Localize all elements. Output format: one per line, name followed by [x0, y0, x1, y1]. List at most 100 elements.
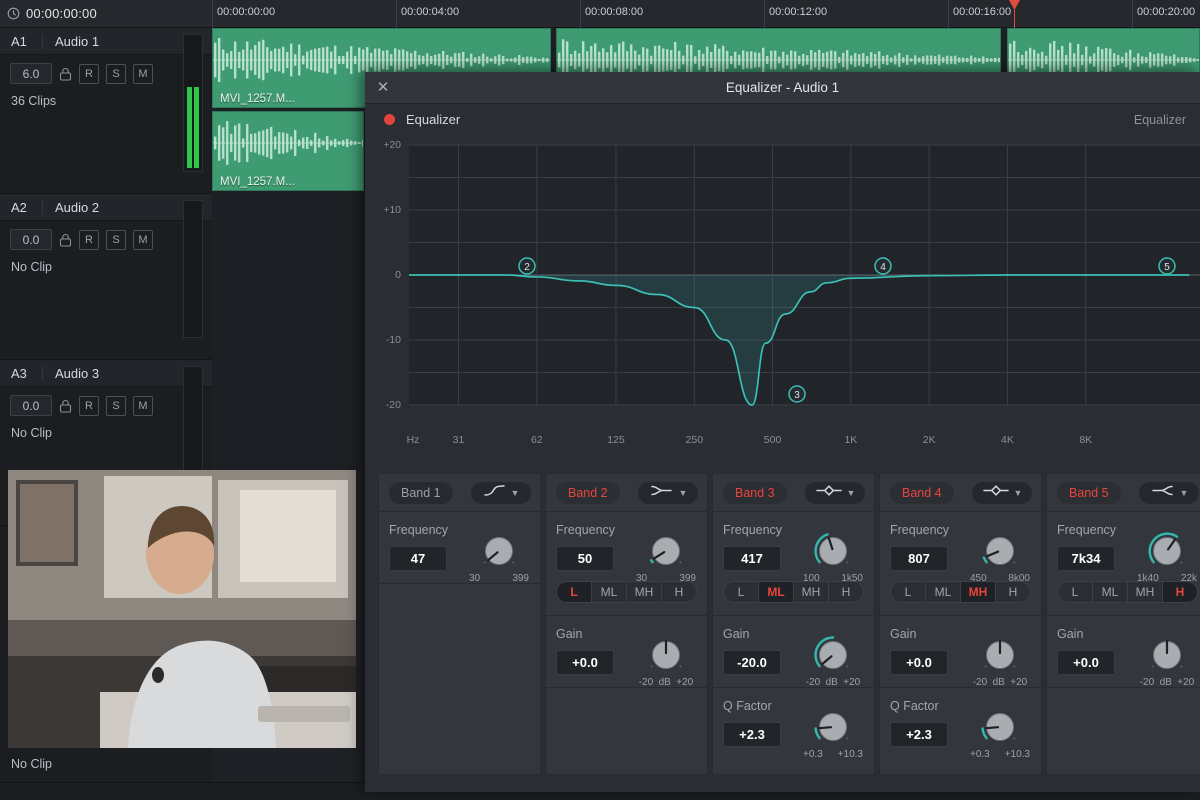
band-filter-type-selector[interactable]: ▼	[805, 481, 865, 504]
band-enable-chip[interactable]: Band 1	[389, 481, 453, 504]
q-factor-value-field[interactable]: +2.3	[723, 722, 781, 747]
frequency-value-field[interactable]: 47	[389, 546, 447, 571]
timeline-ruler[interactable]: 00:00:00:00 00:00:04:00 00:00:08:00 00:00:1…	[212, 0, 1200, 470]
equalizer-preset-label[interactable]: Equalizer	[1134, 113, 1186, 127]
track-name[interactable]: Audio 2	[42, 199, 184, 215]
band-gain-section: Gain -20.0 -20 dB +20	[713, 616, 874, 688]
track-solo-button[interactable]: S	[106, 395, 126, 416]
gain-knob[interactable]	[814, 636, 852, 674]
frequency-knob[interactable]	[981, 532, 1019, 570]
band-header: Band 4 ▼	[880, 474, 1041, 512]
band-range-option-h[interactable]: H	[829, 582, 863, 602]
gain-knob[interactable]	[981, 636, 1019, 674]
frequency-value-field[interactable]: 417	[723, 546, 781, 571]
gain-knob[interactable]	[647, 636, 685, 674]
band-enable-chip[interactable]: Band 3	[723, 481, 787, 504]
ruler-tick: 00:00:12:00	[764, 0, 827, 28]
band-range-option-mh[interactable]: MH	[627, 582, 662, 602]
band-filter-type-selector[interactable]: ▼	[972, 481, 1032, 504]
timeline-clip[interactable]: MVI_1257.M...	[212, 111, 364, 191]
band-range-option-l[interactable]: L	[891, 582, 926, 602]
track-header-a2[interactable]: A2Audio 22.00.0RSMNo Clip	[0, 194, 212, 360]
band-range-option-mh[interactable]: MH	[1128, 582, 1163, 602]
q-factor-value-field[interactable]: +2.3	[890, 722, 948, 747]
band-range-selector[interactable]: L ML MH H	[1057, 581, 1198, 603]
band-range-option-l[interactable]: L	[557, 582, 592, 602]
gain-knob[interactable]	[1148, 636, 1186, 674]
band-enable-chip[interactable]: Band 5	[1057, 481, 1121, 504]
track-volume-field[interactable]: 6.0	[10, 63, 52, 84]
gain-value-field[interactable]: +0.0	[556, 650, 614, 675]
gain-value-field[interactable]: +0.0	[1057, 650, 1115, 675]
clip-name-label: MVI_1257.M...	[220, 93, 295, 105]
close-icon[interactable]: ✕	[374, 79, 392, 97]
band-range-selector[interactable]: L ML MH H	[890, 581, 1031, 603]
track-record-button[interactable]: R	[79, 395, 99, 416]
band-enable-chip[interactable]: Band 4	[890, 481, 954, 504]
band-range-option-l[interactable]: L	[724, 582, 759, 602]
band-range-option-mh[interactable]: MH	[961, 582, 996, 602]
frequency-value-field[interactable]: 50	[556, 546, 614, 571]
band-range-option-mh[interactable]: MH	[794, 582, 829, 602]
band-range-option-ml[interactable]: ML	[926, 582, 961, 602]
band-range-option-h[interactable]: H	[996, 582, 1030, 602]
gain-max: +20	[843, 677, 861, 688]
eq-x-tick: 500	[763, 434, 782, 446]
lock-icon[interactable]	[59, 233, 72, 247]
gain-max: +20	[1177, 677, 1195, 688]
band-enable-chip[interactable]: Band 2	[556, 481, 620, 504]
track-solo-button[interactable]: S	[106, 229, 126, 250]
equalizer-title-bar[interactable]: ✕ Equalizer - Audio 1	[365, 72, 1200, 104]
track-mute-button[interactable]: M	[133, 395, 153, 416]
frequency-knob[interactable]	[480, 532, 518, 570]
frequency-value-field[interactable]: 807	[890, 546, 948, 571]
power-toggle-icon[interactable]	[384, 114, 395, 125]
frequency-knob[interactable]	[814, 532, 852, 570]
band-filter-type-selector[interactable]: ▼	[1139, 481, 1199, 504]
band-range-option-ml[interactable]: ML	[592, 582, 627, 602]
track-name[interactable]: Audio 1	[42, 33, 184, 49]
frequency-max: 8k00	[1008, 573, 1030, 584]
track-header-a1[interactable]: A1Audio 12.06.0RSM36 Clips	[0, 28, 212, 194]
track-volume-field[interactable]: 0.0	[10, 229, 52, 250]
band-filter-type-selector[interactable]: ▼	[638, 481, 698, 504]
band-range-selector[interactable]: L ML MH H	[556, 581, 697, 603]
track-volume-field[interactable]: 0.0	[10, 395, 52, 416]
source-preview-thumbnail	[8, 470, 356, 748]
lock-icon[interactable]	[59, 67, 72, 81]
gain-value-field[interactable]: +0.0	[890, 650, 948, 675]
gain-min: -20	[805, 677, 821, 688]
band-filter-type-selector[interactable]: ▼	[471, 481, 531, 504]
band-range-option-l[interactable]: L	[1058, 582, 1093, 602]
track-mute-button[interactable]: M	[133, 229, 153, 250]
track-mute-button[interactable]: M	[133, 63, 153, 84]
band-range-option-ml[interactable]: ML	[759, 582, 794, 602]
band-range-option-h[interactable]: H	[1163, 582, 1197, 602]
q-factor-knob[interactable]	[981, 708, 1019, 746]
frequency-knob[interactable]	[1148, 532, 1186, 570]
eq-response-graph[interactable]: +20 +10 0 -10 -20 2345	[365, 135, 1200, 440]
frequency-min: 100	[803, 573, 820, 584]
eq-band-handle-label: 3	[794, 390, 800, 401]
gain-unit: dB	[992, 677, 1005, 688]
frequency-knob-group: 100 1k50	[803, 532, 863, 584]
band-empty-section	[546, 688, 707, 774]
frequency-knob[interactable]	[647, 532, 685, 570]
band-range-option-h[interactable]: H	[662, 582, 696, 602]
gain-unit: dB	[658, 677, 671, 688]
bell-filter-icon	[982, 484, 1010, 502]
chevron-down-icon: ▼	[846, 487, 856, 498]
band-range-option-ml[interactable]: ML	[1093, 582, 1128, 602]
gain-value-field[interactable]: -20.0	[723, 650, 781, 675]
eq-curve-svg[interactable]: 2 3 4 5	[365, 135, 1200, 445]
track-solo-button[interactable]: S	[106, 63, 126, 84]
lock-icon[interactable]	[59, 399, 72, 413]
track-record-button[interactable]: R	[79, 63, 99, 84]
frequency-value-field[interactable]: 7k34	[1057, 546, 1115, 571]
band-range-selector[interactable]: L ML MH H	[723, 581, 864, 603]
eq-band-panel-2: Band 2 ▼ Frequency 50 30 399 L ML MH H Gain +0.0 -20…	[545, 473, 708, 775]
band-gain-section: Gain +0.0 -20 dB +20	[880, 616, 1041, 688]
q-factor-knob[interactable]	[814, 708, 852, 746]
track-record-button[interactable]: R	[79, 229, 99, 250]
track-name[interactable]: Audio 3	[42, 365, 184, 381]
